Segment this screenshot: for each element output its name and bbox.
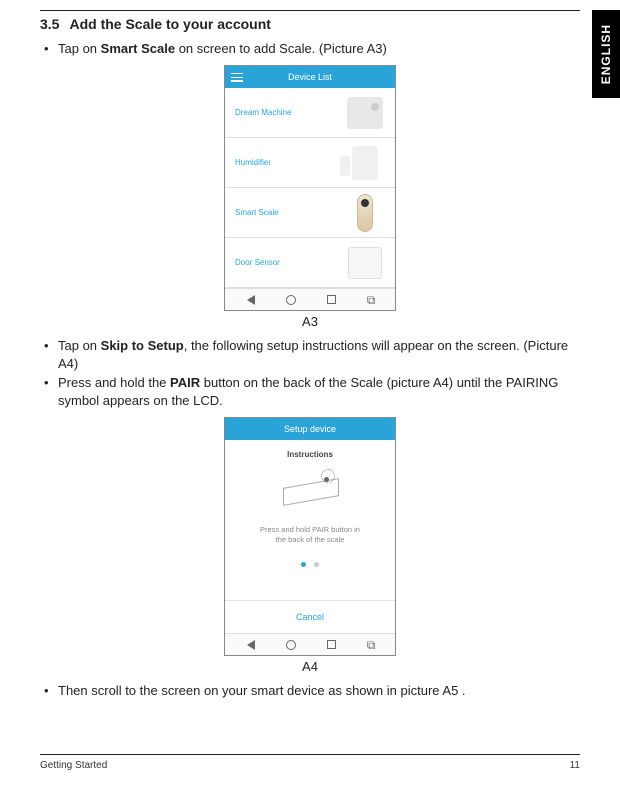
home-icon	[286, 295, 296, 305]
scale-illustration	[275, 471, 345, 511]
phone1-title: Device List	[225, 71, 395, 83]
phone1-header: Device List	[225, 66, 395, 88]
bullet-1: Tap on Smart Scale on screen to add Scal…	[44, 40, 580, 58]
screenshot-a4: Setup device Instructions Press and hold…	[224, 417, 396, 656]
back-icon	[247, 295, 255, 305]
language-tab: ENGLISH	[592, 10, 620, 98]
android-nav-bar: ⧉	[225, 633, 395, 655]
bullet-4: Then scroll to the screen on your smart …	[44, 682, 580, 700]
recent-icon	[327, 295, 336, 304]
cancel-button: Cancel	[225, 600, 395, 633]
android-nav-bar: ⧉	[225, 288, 395, 310]
device-label: Humidifier	[235, 158, 271, 169]
device-row-smart-scale: Smart Scale	[225, 188, 395, 238]
footer-page-number: 11	[570, 759, 580, 773]
back-icon	[247, 640, 255, 650]
page-footer: Getting Started 11	[40, 754, 580, 773]
screenshot-icon: ⧉	[367, 639, 374, 651]
instructions-label: Instructions	[237, 450, 383, 461]
device-row-door-sensor: Door Sensor	[225, 238, 395, 288]
device-row-humidifier: Humidifier	[225, 138, 395, 188]
dot-inactive	[314, 562, 319, 567]
smart-scale-icon	[341, 193, 389, 233]
screenshot-icon: ⧉	[367, 294, 374, 306]
device-label: Door Sensor	[235, 258, 280, 269]
humidifier-icon	[341, 143, 389, 183]
dream-machine-icon	[341, 93, 389, 133]
recent-icon	[327, 640, 336, 649]
phone2-title: Setup device	[225, 423, 395, 435]
caption-a4: A4	[40, 658, 580, 676]
phone2-header: Setup device	[225, 418, 395, 440]
language-tab-label: ENGLISH	[598, 24, 614, 84]
device-label: Dream Machine	[235, 108, 291, 119]
bullet-2: Tap on Skip to Setup, the following setu…	[44, 337, 580, 372]
section-heading: 3.5 Add the Scale to your account	[40, 10, 580, 34]
device-row-dream-machine: Dream Machine	[225, 88, 395, 138]
footer-section: Getting Started	[40, 759, 107, 773]
door-sensor-icon	[341, 243, 389, 283]
section-number: 3.5	[40, 16, 59, 32]
home-icon	[286, 640, 296, 650]
dot-active	[301, 562, 306, 567]
page-indicator	[237, 554, 383, 572]
caption-a3: A3	[40, 313, 580, 331]
section-title: Add the Scale to your account	[69, 16, 270, 32]
screenshot-a3: Device List Dream Machine Humidifier Sma…	[224, 65, 396, 311]
setup-instruction-text: Press and hold PAIR button in the back o…	[237, 525, 383, 545]
bullet-3: Press and hold the PAIR button on the ba…	[44, 374, 580, 409]
device-label: Smart Scale	[235, 208, 279, 219]
